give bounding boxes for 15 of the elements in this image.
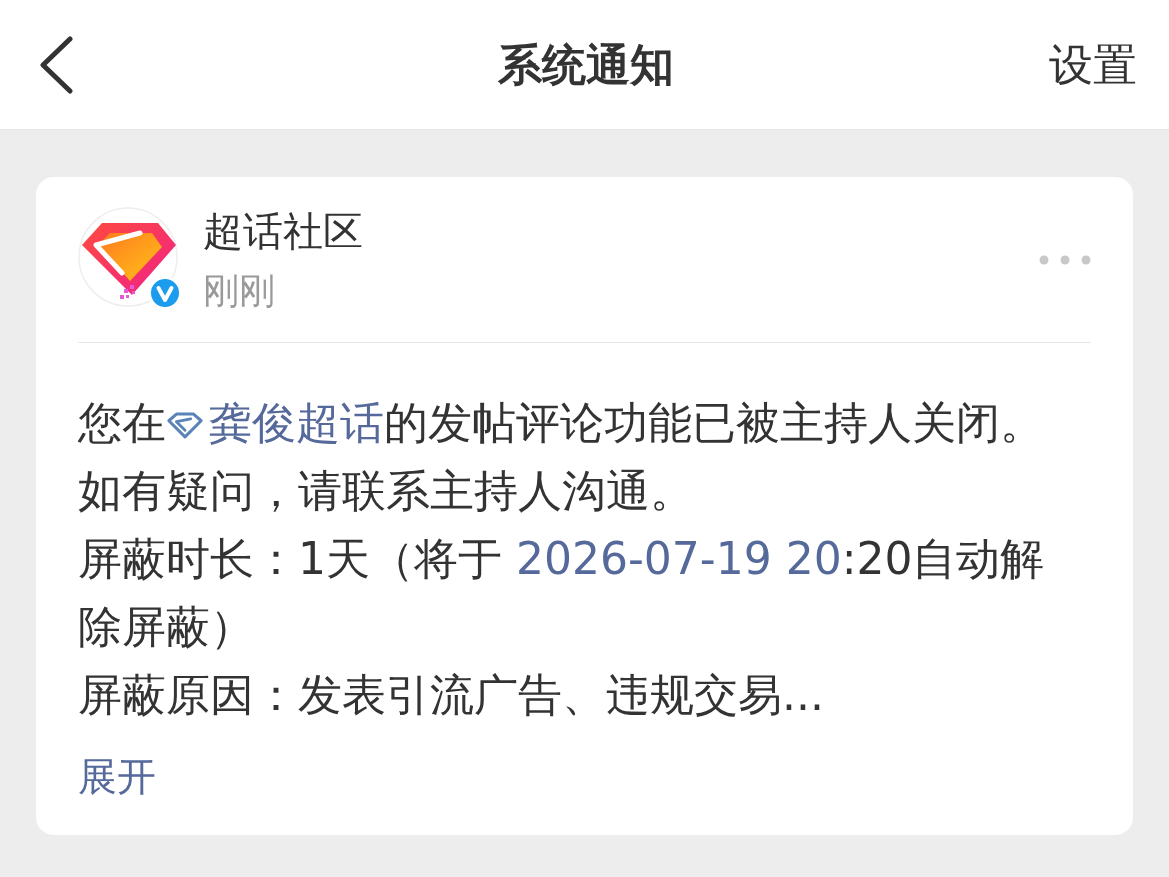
page-title: 系统通知 xyxy=(497,38,674,91)
diamond-logo-icon xyxy=(78,207,178,307)
date-link[interactable]: 2026-07-19 20 xyxy=(516,533,842,584)
back-icon xyxy=(38,35,74,94)
settings-button[interactable]: 设置 xyxy=(1049,34,1137,95)
sender-name: 超话社区 xyxy=(203,208,363,255)
diamond-icon xyxy=(166,411,204,440)
message-text: 您在 龚俊超话的发帖评论功能已被主持人关闭。 xyxy=(78,396,1045,450)
post-time: 刚刚 xyxy=(203,269,276,313)
message-text: 屏蔽原因：发表引流广告、违规交易... xyxy=(78,668,825,722)
topic-link[interactable]: 龚俊超话 xyxy=(166,397,384,448)
message-text: 屏蔽时长：1天（将于 2026-07-19 20:20自动解除屏蔽） xyxy=(78,532,1046,654)
message-text: 如有疑问，请联系主持人沟通。 xyxy=(78,464,695,518)
more-icon xyxy=(1039,255,1091,265)
expand-link[interactable]: 展开 xyxy=(78,751,156,803)
